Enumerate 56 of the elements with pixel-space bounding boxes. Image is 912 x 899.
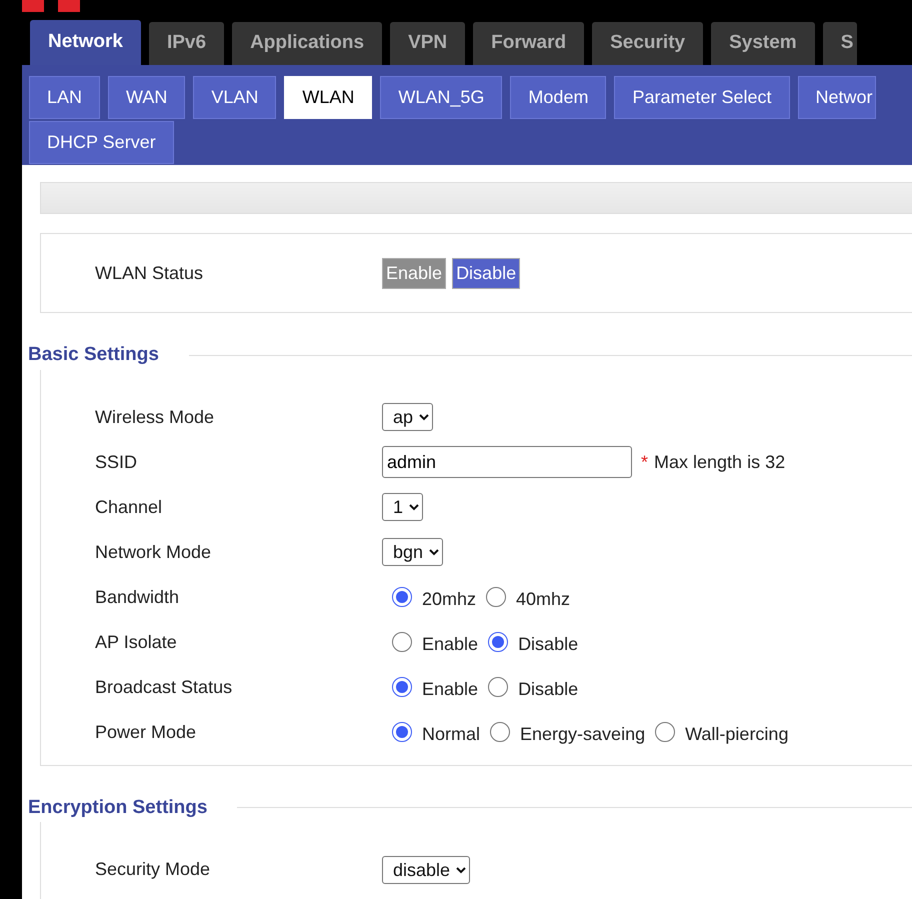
dropdown[interactable]: 1 — [382, 493, 423, 521]
text-field[interactable]: admin — [382, 446, 632, 478]
section-title: Encryption Settings — [28, 796, 208, 820]
field-label: Power Mode — [94, 720, 198, 744]
field-label: Channel — [94, 496, 164, 518]
hint-text: Max length is 32 — [654, 450, 786, 474]
radio-button[interactable] — [488, 632, 508, 652]
radio-label: Enable — [422, 632, 478, 656]
nav-tab[interactable]: VPN — [390, 22, 466, 65]
dropdown[interactable]: bgn — [382, 538, 443, 566]
radio-button[interactable] — [490, 722, 510, 742]
sub-tab[interactable]: WLAN_5G — [380, 76, 502, 119]
radio-label: Disable — [518, 632, 578, 656]
dropdown[interactable]: disable — [382, 856, 470, 884]
radio-button[interactable] — [392, 722, 412, 742]
radio-button[interactable] — [655, 722, 676, 742]
field-label: Network Mode — [94, 540, 212, 564]
nav-tab[interactable]: Applications — [232, 22, 382, 65]
field-label: Broadcast Status — [94, 676, 234, 698]
toggle-button[interactable]: Enable — [382, 258, 446, 288]
radio-button[interactable] — [392, 632, 412, 652]
radio-label: 40mhz — [516, 588, 570, 610]
required-mark: * — [641, 450, 648, 474]
nav-tab[interactable]: System — [711, 22, 815, 65]
nav-tab[interactable]: IPv6 — [148, 22, 224, 65]
radio-label: Energy-saveing — [520, 722, 646, 746]
field-label: Security Mode — [94, 858, 212, 881]
field-label: SSID — [94, 450, 138, 474]
sub-tab[interactable]: DHCP Server — [29, 121, 174, 164]
radio-button[interactable] — [392, 677, 412, 697]
field-label: AP Isolate — [94, 630, 178, 654]
radio-label: Disable — [518, 678, 578, 700]
radio-button[interactable] — [392, 587, 412, 607]
nav-tab[interactable]: Security — [592, 22, 704, 65]
sub-tab[interactable]: WAN — [108, 76, 186, 119]
toggle-button[interactable]: Disable — [452, 258, 520, 288]
radio-button[interactable] — [486, 587, 506, 607]
nav-tab[interactable]: S — [822, 22, 858, 65]
section-title: Basic Settings — [28, 343, 160, 367]
sub-tab[interactable]: VLAN — [193, 76, 276, 119]
sub-tab[interactable]: Parameter Select — [614, 76, 790, 119]
sub-tab[interactable]: WLAN — [284, 76, 372, 119]
dropdown[interactable]: ap — [382, 403, 433, 431]
radio-label: 20mhz — [422, 588, 476, 610]
field-label: Wireless Mode — [94, 406, 216, 428]
sub-tab[interactable]: LAN — [29, 76, 100, 119]
sub-tab[interactable]: Modem — [510, 76, 606, 119]
field-label: Bandwidth — [94, 586, 180, 608]
radio-button[interactable] — [488, 677, 508, 697]
nav-tab[interactable]: Forward — [473, 22, 584, 65]
sub-tab[interactable]: Networ — [798, 76, 876, 119]
radio-label: Enable — [422, 678, 478, 700]
field-label: WLAN Status — [94, 262, 204, 284]
radio-label: Normal — [422, 722, 480, 746]
radio-label: Wall-piercing — [685, 722, 788, 746]
nav-tab[interactable]: Network — [30, 20, 141, 65]
